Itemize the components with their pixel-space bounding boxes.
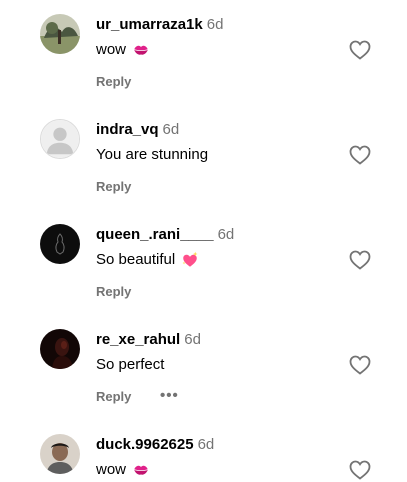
kiss-mark-emoji [134, 465, 148, 475]
heart-outline-icon[interactable] [348, 143, 372, 167]
comment-username[interactable]: ur_umarraza1k 6d [96, 16, 223, 34]
more-options-icon[interactable]: ••• [160, 388, 179, 403]
comment-text: So perfect [96, 356, 165, 373]
avatar[interactable] [40, 224, 80, 264]
comment-text: wow [96, 40, 150, 60]
reply-button[interactable]: Reply [96, 74, 131, 90]
comment-timestamp: 6d [184, 331, 201, 348]
comment-timestamp: 6d [217, 226, 235, 243]
comment-text: You are stunning [96, 146, 209, 163]
avatar[interactable] [40, 14, 80, 54]
heart-outline-icon[interactable] [348, 353, 372, 377]
comment-username[interactable]: duck.9962625 6d [96, 436, 214, 454]
avatar[interactable] [40, 119, 80, 159]
reply-button[interactable]: Reply [96, 179, 131, 195]
landscape-photo-avatar [40, 14, 80, 54]
dark-photo-avatar [40, 329, 80, 369]
reply-button[interactable]: Reply [96, 284, 131, 300]
dark-photo-avatar [40, 224, 80, 264]
sparkling-heart-emoji [182, 251, 198, 267]
heart-outline-icon[interactable] [348, 38, 372, 62]
comment-timestamp: 6d [206, 16, 224, 33]
comment-item: indra_vq 6d You are stunning Reply [0, 105, 407, 210]
comment-item: duck.9962625 6d wow [0, 420, 407, 482]
comment-text: So beautiful [96, 250, 199, 270]
comment-username[interactable]: re_xe_rahul 6d [96, 331, 201, 349]
comment-item: re_xe_rahul 6d So perfect Reply ••• [0, 315, 407, 420]
comment-item: queen_.rani____ 6d So beautiful Reply [0, 210, 407, 315]
avatar[interactable] [40, 329, 80, 369]
comment-timestamp: 6d [197, 436, 215, 453]
comment-username[interactable]: queen_.rani____ 6d [96, 226, 234, 244]
heart-outline-icon[interactable] [348, 248, 372, 272]
heart-outline-icon[interactable] [348, 458, 372, 482]
person-photo-avatar [40, 434, 80, 474]
reply-button[interactable]: Reply [96, 389, 131, 405]
person-silhouette-icon [41, 120, 79, 158]
comment-text: wow [96, 460, 150, 480]
comment-username[interactable]: indra_vq 6d [96, 121, 179, 139]
comment-timestamp: 6d [162, 121, 180, 138]
comment-item: ur_umarraza1k 6d wow Reply [0, 0, 407, 105]
avatar[interactable] [40, 434, 80, 474]
kiss-mark-emoji [134, 45, 148, 55]
